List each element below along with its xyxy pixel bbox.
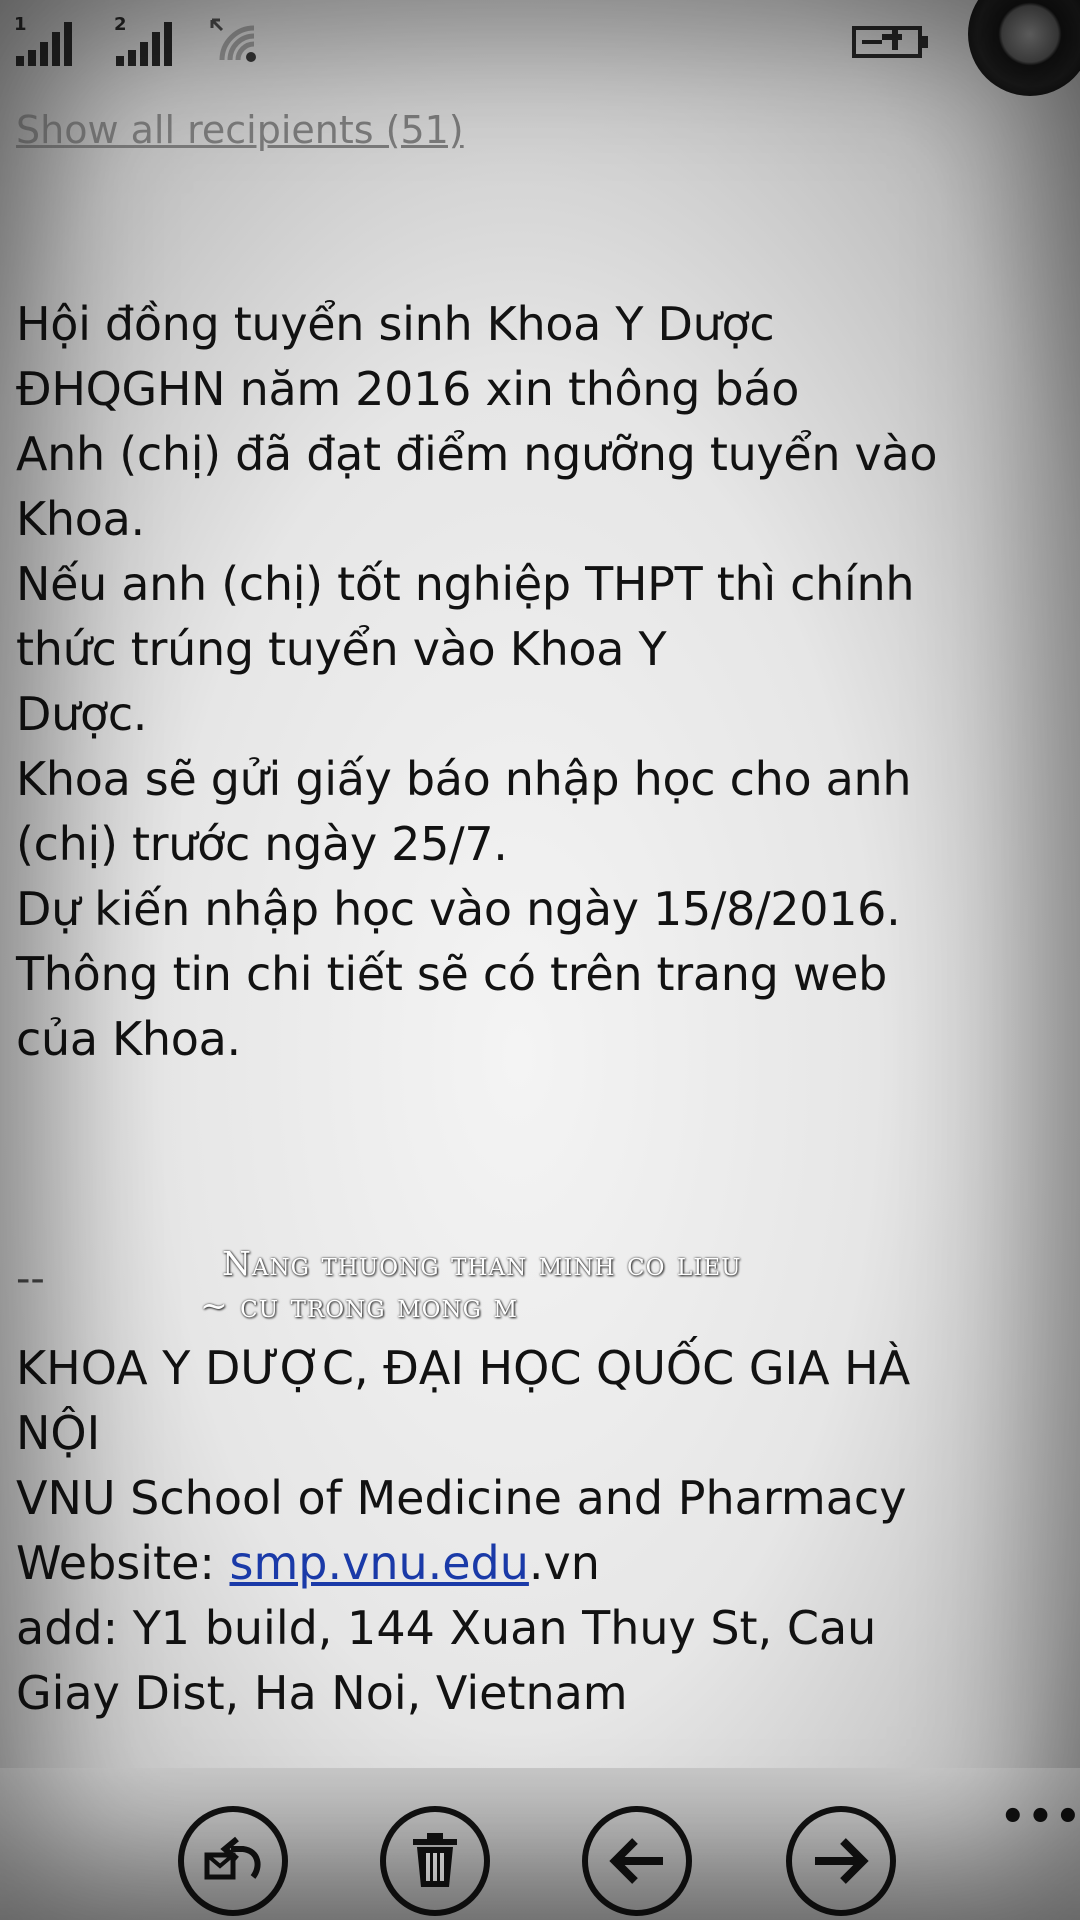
body-line: Khoa.: [16, 492, 145, 546]
signature-line: Giay Dist, Ha Noi, Vietnam: [16, 1666, 628, 1720]
camera-lens-overlay: [968, 0, 1080, 96]
signal-strength-sim1: 1: [14, 14, 84, 66]
delete-icon: [413, 1833, 457, 1887]
body-line: thức trúng tuyển vào Khoa Y: [16, 622, 667, 676]
body-line: Nếu anh (chị) tốt nghiệp THPT thì chính: [16, 557, 915, 611]
signature-website-line: Website: smp.vnu.edu.vn: [16, 1531, 1046, 1596]
email-screen: 1 2 Show all recipients (51) Hội đồng tu…: [0, 0, 1080, 1920]
signature-line: VNU School of Medicine and Pharmacy: [16, 1471, 907, 1525]
website-link[interactable]: smp.vnu.edu: [230, 1536, 529, 1590]
delete-button[interactable]: [380, 1806, 490, 1916]
website-prefix: Website:: [16, 1536, 230, 1590]
body-line: Hội đồng tuyển sinh Khoa Y Dược: [16, 297, 775, 351]
more-options-button[interactable]: •••: [1000, 1794, 1080, 1840]
signature-separator: --: [16, 1256, 45, 1302]
app-bar: [0, 1768, 1080, 1920]
body-line: (chị) trước ngày 25/7.: [16, 817, 508, 871]
body-line: Dự kiến nhập học vào ngày 15/8/2016.: [16, 882, 901, 936]
next-icon: [815, 1838, 869, 1884]
signature-line: NỘI: [16, 1406, 101, 1460]
body-line: của Khoa.: [16, 1012, 241, 1066]
show-all-recipients-link[interactable]: Show all recipients (51): [16, 108, 464, 152]
next-message-button[interactable]: [786, 1806, 896, 1916]
body-line: ĐHQGHN năm 2016 xin thông báo: [16, 362, 800, 416]
status-bar: 1 2: [0, 0, 1080, 96]
signature-line: add: Y1 build, 144 Xuan Thuy St, Cau: [16, 1601, 877, 1655]
signal-strength-icon: [116, 22, 172, 66]
message-body: Hội đồng tuyển sinh Khoa Y Dược ĐHQGHN n…: [16, 292, 1046, 1072]
signature-line: KHOA Y DƯỢC, ĐẠI HỌC QUỐC GIA HÀ: [16, 1341, 911, 1395]
message-signature: KHOA Y DƯỢC, ĐẠI HỌC QUỐC GIA HÀ NỘI VNU…: [16, 1336, 1046, 1726]
reply-button[interactable]: [178, 1806, 288, 1916]
body-line: Khoa sẽ gửi giấy báo nhập học cho anh: [16, 752, 912, 806]
body-line: Thông tin chi tiết sẽ có trên trang web: [16, 947, 888, 1001]
wifi-icon: [210, 18, 256, 62]
overlay-caption-line2: ~ cu trong mong m: [200, 1286, 519, 1325]
signal-strength-sim2: 2: [114, 14, 194, 66]
overlay-caption-line1: Nang thuong than minh co lieu: [222, 1244, 742, 1283]
battery-charging-icon: [852, 26, 928, 58]
reply-icon: [204, 1836, 261, 1880]
previous-message-button[interactable]: [582, 1806, 692, 1916]
signal-strength-icon: [16, 22, 72, 66]
website-suffix: .vn: [528, 1536, 600, 1590]
body-line: Anh (chị) đã đạt điểm ngưỡng tuyển vào: [16, 427, 938, 481]
previous-icon: [609, 1838, 663, 1884]
body-line: Dược.: [16, 687, 148, 741]
